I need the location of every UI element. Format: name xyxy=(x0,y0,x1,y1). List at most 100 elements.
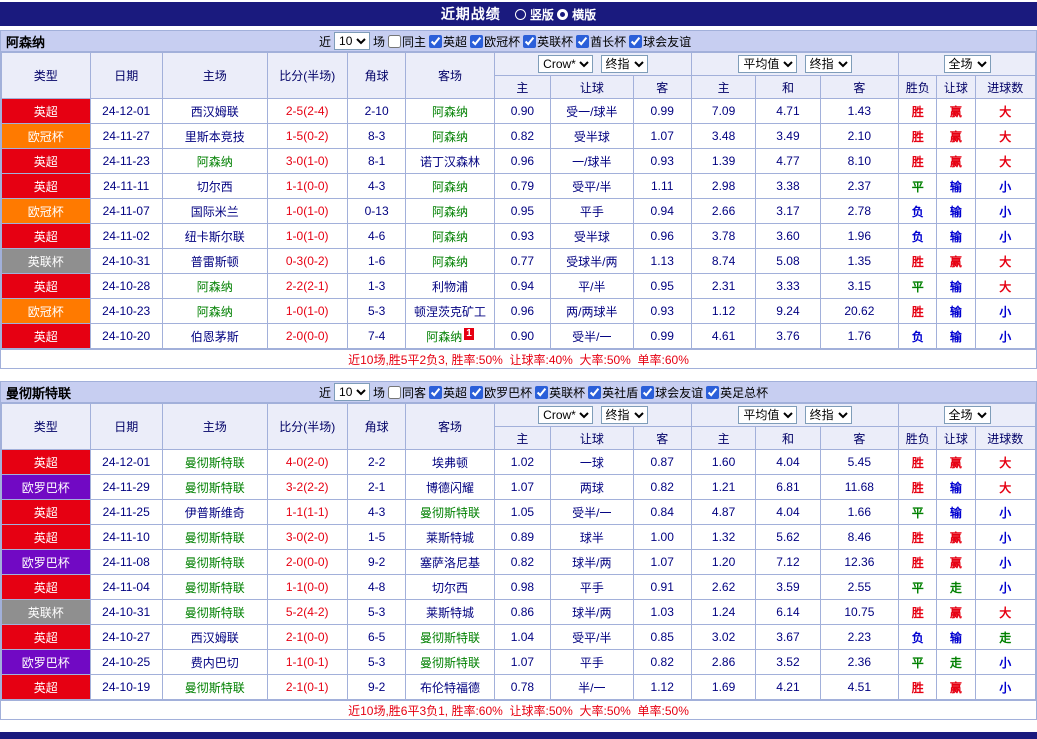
match-date[interactable]: 24-11-23 xyxy=(89,148,163,174)
away-team[interactable]: 顿涅茨克矿工 xyxy=(405,298,495,324)
match-date[interactable]: 24-11-08 xyxy=(89,549,163,575)
match-date[interactable]: 24-11-25 xyxy=(89,499,163,525)
home-team[interactable]: 费内巴切 xyxy=(161,649,268,675)
league-checkbox[interactable] xyxy=(641,385,655,399)
away-team[interactable]: 塞萨洛尼基 xyxy=(405,549,495,575)
match-date[interactable]: 24-10-31 xyxy=(89,599,163,625)
league-checkbox[interactable] xyxy=(429,385,443,399)
league-checkbox[interactable] xyxy=(576,34,590,48)
league-filter[interactable]: 酋长杯 xyxy=(576,33,626,50)
home-team[interactable]: 西汉姆联 xyxy=(161,98,268,124)
away-team[interactable]: 莱斯特城 xyxy=(405,599,495,625)
league-filter[interactable]: 球会友谊 xyxy=(641,384,703,401)
league-filter[interactable]: 英社盾 xyxy=(588,384,638,401)
odds1-source-select[interactable]: Crow* xyxy=(538,55,594,73)
away-team[interactable]: 布伦特福德 xyxy=(405,674,495,700)
match-date[interactable]: 24-11-11 xyxy=(89,173,163,199)
away-team[interactable]: 阿森纳 xyxy=(405,248,495,274)
match-date[interactable]: 24-11-29 xyxy=(89,474,163,500)
match-date[interactable]: 24-10-20 xyxy=(89,323,163,349)
league-checkbox[interactable] xyxy=(470,385,484,399)
league-checkbox[interactable] xyxy=(706,385,720,399)
match-date[interactable]: 24-11-27 xyxy=(89,123,163,149)
home-team[interactable]: 阿森纳 xyxy=(161,148,268,174)
home-team[interactable]: 西汉姆联 xyxy=(161,624,268,650)
odds1-source-select[interactable]: Crow* xyxy=(538,406,594,424)
league-checkbox[interactable] xyxy=(523,34,537,48)
home-team[interactable]: 普雷斯顿 xyxy=(161,248,268,274)
match-date[interactable]: 24-12-01 xyxy=(89,98,163,124)
home-team[interactable]: 曼彻斯特联 xyxy=(161,449,268,475)
home-team[interactable]: 阿森纳 xyxy=(161,273,268,299)
match-date[interactable]: 24-10-19 xyxy=(89,674,163,700)
away-team[interactable]: 阿森纳 xyxy=(405,98,495,124)
odds1-period-select[interactable]: 终指 xyxy=(600,406,648,424)
league-filter[interactable]: 英足总杯 xyxy=(706,384,768,401)
match-date[interactable]: 24-11-07 xyxy=(89,198,163,224)
away-team[interactable]: 阿森纳 xyxy=(405,198,495,224)
odds1-period-select[interactable]: 终指 xyxy=(600,55,648,73)
match-date[interactable]: 24-10-23 xyxy=(89,298,163,324)
odds2-source-select[interactable]: 平均值 xyxy=(738,55,798,73)
away-team[interactable]: 埃弗顿 xyxy=(405,449,495,475)
away-team[interactable]: 曼彻斯特联 xyxy=(405,624,495,650)
league-checkbox[interactable] xyxy=(429,34,443,48)
view-option[interactable]: 竖版 xyxy=(514,6,554,23)
league-checkbox[interactable] xyxy=(629,34,643,48)
same-venue-filter[interactable]: 同客 xyxy=(388,384,426,401)
away-team[interactable]: 曼彻斯特联 xyxy=(405,649,495,675)
match-date[interactable]: 24-10-31 xyxy=(89,248,163,274)
home-team[interactable]: 国际米兰 xyxy=(161,198,268,224)
same-venue-checkbox[interactable] xyxy=(388,385,402,399)
result-scope-select[interactable]: 全场 xyxy=(943,55,991,73)
same-venue-filter[interactable]: 同主 xyxy=(388,33,426,50)
away-team[interactable]: 切尔西 xyxy=(405,574,495,600)
league-checkbox[interactable] xyxy=(470,34,484,48)
home-team[interactable]: 阿森纳 xyxy=(161,298,268,324)
match-date[interactable]: 24-10-28 xyxy=(89,273,163,299)
odds2-period-select[interactable]: 终指 xyxy=(804,406,852,424)
match-date[interactable]: 24-11-02 xyxy=(89,223,163,249)
away-team[interactable]: 阿森纳 xyxy=(405,173,495,199)
same-venue-checkbox[interactable] xyxy=(388,34,402,48)
league-filter[interactable]: 英超 xyxy=(429,384,467,401)
home-team[interactable]: 曼彻斯特联 xyxy=(161,574,268,600)
home-team[interactable]: 切尔西 xyxy=(161,173,268,199)
match-date[interactable]: 24-10-25 xyxy=(89,649,163,675)
match-date[interactable]: 24-11-04 xyxy=(89,574,163,600)
home-team[interactable]: 曼彻斯特联 xyxy=(161,549,268,575)
away-team[interactable]: 阿森纳 xyxy=(405,223,495,249)
match-date[interactable]: 24-10-27 xyxy=(89,624,163,650)
match-date[interactable]: 24-11-10 xyxy=(89,524,163,550)
home-team[interactable]: 曼彻斯特联 xyxy=(161,599,268,625)
league-checkbox[interactable] xyxy=(535,385,549,399)
away-team[interactable]: 博德闪耀 xyxy=(405,474,495,500)
home-team[interactable]: 伯恩茅斯 xyxy=(161,323,268,349)
away-team[interactable]: 曼彻斯特联 xyxy=(405,499,495,525)
league-filter[interactable]: 球会友谊 xyxy=(629,33,691,50)
away-team[interactable]: 诺丁汉森林 xyxy=(405,148,495,174)
away-team[interactable]: 利物浦 xyxy=(405,273,495,299)
league-filter[interactable]: 英联杯 xyxy=(523,33,573,50)
home-team[interactable]: 曼彻斯特联 xyxy=(161,474,268,500)
home-team[interactable]: 曼彻斯特联 xyxy=(161,524,268,550)
away-team[interactable]: 阿森纳 1 xyxy=(405,323,495,349)
match-date[interactable]: 24-12-01 xyxy=(89,449,163,475)
view-option[interactable]: 横版 xyxy=(557,6,596,23)
home-team[interactable]: 伊普斯维奇 xyxy=(161,499,268,525)
league-filter[interactable]: 欧罗巴杯 xyxy=(470,384,532,401)
result-scope-select[interactable]: 全场 xyxy=(943,406,991,424)
league-filter[interactable]: 欧冠杯 xyxy=(470,33,520,50)
home-team[interactable]: 里斯本竞技 xyxy=(161,123,268,149)
league-filter[interactable]: 英超 xyxy=(429,33,467,50)
rounds-select[interactable]: 10 xyxy=(334,32,371,50)
away-team[interactable]: 莱斯特城 xyxy=(405,524,495,550)
league-filter[interactable]: 英联杯 xyxy=(535,384,585,401)
odds2-source-select[interactable]: 平均值 xyxy=(738,406,798,424)
rounds-select[interactable]: 10 xyxy=(334,383,371,401)
home-team[interactable]: 纽卡斯尔联 xyxy=(161,223,268,249)
home-team[interactable]: 曼彻斯特联 xyxy=(161,674,268,700)
away-team[interactable]: 阿森纳 xyxy=(405,123,495,149)
league-checkbox[interactable] xyxy=(588,385,602,399)
odds2-period-select[interactable]: 终指 xyxy=(804,55,852,73)
